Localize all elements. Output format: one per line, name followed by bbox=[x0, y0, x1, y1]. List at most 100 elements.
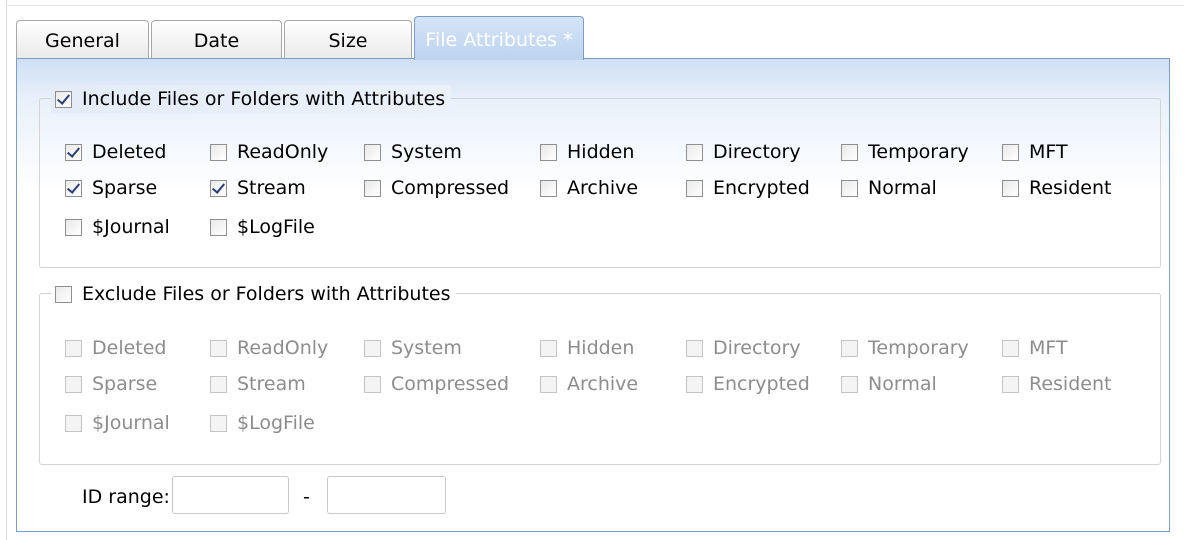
attribute-checkbox: Encrypted bbox=[686, 370, 810, 398]
attribute-checkbox[interactable]: Normal bbox=[841, 174, 937, 202]
checkbox-icon[interactable] bbox=[364, 179, 381, 197]
checkbox-icon[interactable] bbox=[55, 285, 72, 303]
attribute-label: ReadOnly bbox=[237, 337, 329, 359]
attribute-label: Resident bbox=[1029, 373, 1112, 395]
checkbox-icon[interactable] bbox=[364, 143, 381, 161]
attribute-label: Normal bbox=[868, 373, 937, 395]
checkbox-icon[interactable] bbox=[65, 218, 82, 236]
attribute-checkbox: Sparse bbox=[65, 370, 157, 398]
checkbox-icon bbox=[210, 339, 227, 357]
attribute-label: Directory bbox=[713, 337, 801, 359]
attribute-checkbox[interactable]: System bbox=[364, 138, 462, 166]
checkbox-icon bbox=[540, 339, 557, 357]
attribute-checkbox[interactable]: Deleted bbox=[65, 138, 167, 166]
attribute-label: System bbox=[391, 337, 462, 359]
checkbox-icon bbox=[686, 375, 703, 393]
tab-size[interactable]: Size bbox=[284, 20, 412, 58]
attribute-checkbox[interactable]: Directory bbox=[686, 138, 801, 166]
attribute-label: Hidden bbox=[567, 337, 635, 359]
checkbox-icon bbox=[841, 375, 858, 393]
attribute-label: Encrypted bbox=[713, 177, 810, 199]
checkbox-icon[interactable] bbox=[686, 143, 703, 161]
attribute-label: System bbox=[391, 141, 462, 163]
attribute-label: Normal bbox=[868, 177, 937, 199]
attribute-label: Sparse bbox=[92, 177, 158, 199]
attribute-label: ReadOnly bbox=[237, 141, 329, 163]
id-range-to-input[interactable] bbox=[327, 476, 446, 514]
attribute-label: Hidden bbox=[567, 141, 635, 163]
id-range-from-input[interactable] bbox=[172, 476, 289, 514]
attribute-label: Deleted bbox=[92, 337, 167, 359]
checkbox-icon[interactable] bbox=[210, 218, 227, 236]
include-attributes-title: Include Files or Folders with Attributes bbox=[82, 88, 446, 110]
attribute-checkbox[interactable]: Hidden bbox=[540, 138, 634, 166]
checkbox-icon bbox=[364, 375, 381, 393]
include-attributes-toggle[interactable]: Include Files or Folders with Attributes bbox=[51, 85, 452, 113]
checkbox-icon[interactable] bbox=[841, 179, 858, 197]
attribute-checkbox: Directory bbox=[686, 334, 801, 362]
frame-border-top bbox=[6, 5, 1184, 6]
attribute-checkbox: $Journal bbox=[65, 409, 170, 437]
tab-general[interactable]: General bbox=[16, 20, 149, 58]
checkbox-icon bbox=[1002, 339, 1019, 357]
checkbox-icon bbox=[1002, 375, 1019, 393]
checked-checkbox-icon[interactable] bbox=[65, 179, 82, 197]
attribute-checkbox: Deleted bbox=[65, 334, 167, 362]
attribute-checkbox[interactable]: Resident bbox=[1002, 174, 1111, 202]
attribute-checkbox[interactable]: Temporary bbox=[841, 138, 969, 166]
attribute-checkbox[interactable]: Stream bbox=[210, 174, 306, 202]
checkbox-icon[interactable] bbox=[1002, 143, 1019, 161]
checkbox-icon bbox=[540, 375, 557, 393]
attribute-checkbox: System bbox=[364, 334, 462, 362]
checkbox-icon bbox=[210, 414, 227, 432]
attribute-checkbox[interactable]: MFT bbox=[1002, 138, 1068, 166]
checkbox-icon[interactable] bbox=[841, 143, 858, 161]
attribute-label: MFT bbox=[1029, 337, 1068, 359]
attribute-checkbox: Normal bbox=[841, 370, 937, 398]
checkbox-icon bbox=[65, 414, 82, 432]
checkbox-icon[interactable] bbox=[1002, 179, 1019, 197]
checked-checkbox-icon[interactable] bbox=[210, 179, 227, 197]
checkbox-icon bbox=[686, 339, 703, 357]
checkbox-icon[interactable] bbox=[540, 143, 557, 161]
attribute-label: $Journal bbox=[92, 216, 170, 238]
tab-file-attributes[interactable]: File Attributes * bbox=[414, 16, 584, 60]
attribute-label: Archive bbox=[567, 373, 639, 395]
id-range-separator: - bbox=[303, 486, 310, 508]
checkbox-icon[interactable] bbox=[686, 179, 703, 197]
attribute-checkbox: Stream bbox=[210, 370, 306, 398]
exclude-attributes-title: Exclude Files or Folders with Attributes bbox=[82, 283, 451, 305]
attribute-checkbox[interactable]: $LogFile bbox=[210, 213, 315, 241]
attribute-checkbox[interactable]: $Journal bbox=[65, 213, 170, 241]
attribute-checkbox: Resident bbox=[1002, 370, 1111, 398]
attribute-label: Sparse bbox=[92, 373, 158, 395]
attribute-checkbox: Hidden bbox=[540, 334, 634, 362]
checkbox-icon[interactable] bbox=[540, 179, 557, 197]
frame-border-left bbox=[6, 0, 7, 540]
checkbox-icon[interactable] bbox=[210, 143, 227, 161]
checked-checkbox-icon[interactable] bbox=[65, 143, 82, 161]
checkbox-icon bbox=[364, 339, 381, 357]
checkbox-icon bbox=[65, 375, 82, 393]
file-attributes-dialog: General Date Size File Attributes * Incl… bbox=[0, 0, 1184, 540]
attribute-checkbox[interactable]: ReadOnly bbox=[210, 138, 328, 166]
checkbox-icon[interactable] bbox=[55, 90, 72, 108]
attribute-label: Directory bbox=[713, 141, 801, 163]
checkbox-icon bbox=[210, 375, 227, 393]
attribute-label: Deleted bbox=[92, 141, 167, 163]
attribute-label: Resident bbox=[1029, 177, 1112, 199]
attribute-label: Stream bbox=[237, 177, 306, 199]
attribute-checkbox[interactable]: Sparse bbox=[65, 174, 157, 202]
attribute-label: MFT bbox=[1029, 141, 1068, 163]
attribute-checkbox: Temporary bbox=[841, 334, 969, 362]
checkbox-icon bbox=[65, 339, 82, 357]
tab-date[interactable]: Date bbox=[151, 20, 282, 58]
exclude-attributes-toggle[interactable]: Exclude Files or Folders with Attributes bbox=[51, 280, 457, 308]
id-range-label: ID range: bbox=[82, 486, 170, 508]
attribute-label: Encrypted bbox=[713, 373, 810, 395]
attribute-label: Temporary bbox=[868, 337, 969, 359]
attribute-checkbox[interactable]: Encrypted bbox=[686, 174, 810, 202]
attribute-checkbox[interactable]: Archive bbox=[540, 174, 638, 202]
attribute-checkbox[interactable]: Compressed bbox=[364, 174, 509, 202]
attribute-checkbox: Compressed bbox=[364, 370, 509, 398]
